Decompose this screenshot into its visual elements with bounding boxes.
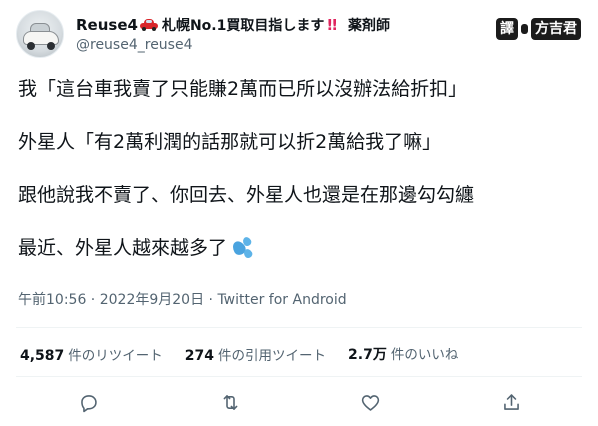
tweet-meta: 午前10:56 · 2022年9月20日 · Twitter for Andro… bbox=[18, 289, 347, 309]
avatar-car-wheel bbox=[27, 42, 35, 50]
likes-label: 件のいいね bbox=[390, 347, 459, 363]
tweet-actions bbox=[0, 388, 598, 416]
tweet-card: Reuse4 札幌No.1買取目指します !! 薬剤師 @reuse4_reus… bbox=[0, 0, 598, 426]
meta-separator: · bbox=[204, 292, 218, 308]
author-name-row[interactable]: Reuse4 札幌No.1買取目指します !! 薬剤師 bbox=[76, 14, 390, 36]
red-car-icon bbox=[139, 19, 158, 31]
quotes-stat[interactable]: 274 件の引用ツイート bbox=[185, 344, 326, 364]
bio-job: 薬剤師 bbox=[348, 18, 391, 34]
tweet-stats: 4,587 件のリツイート 274 件の引用ツイート 2.7万 件のいいね bbox=[20, 343, 480, 364]
sweat-droplets-icon bbox=[230, 235, 254, 260]
tweet-line: 跟他說我不賣了、你回去、外星人也還是在那邊勾勾纏 bbox=[18, 184, 475, 206]
share-icon bbox=[503, 393, 519, 410]
retweet-button[interactable] bbox=[216, 388, 244, 416]
translator-watermark: 譯 方吉君 bbox=[496, 17, 581, 41]
tweet-time[interactable]: 午前10:56 bbox=[18, 292, 86, 308]
tweet-source[interactable]: Twitter for Android bbox=[217, 292, 346, 308]
author-handle[interactable]: @reuse4_reuse4 bbox=[76, 37, 193, 53]
retweets-stat[interactable]: 4,587 件のリツイート bbox=[20, 344, 163, 364]
reply-icon bbox=[80, 394, 97, 412]
likes-count: 2.7万 bbox=[348, 347, 387, 363]
watermark-right: 方吉君 bbox=[531, 18, 581, 40]
double-exclamation-icon: !! bbox=[326, 16, 338, 34]
divider bbox=[16, 376, 582, 377]
tweet-text: 我「這台車我賣了只能賺2萬而已所以沒辦法給折扣」 外星人「有2萬利潤的話那就可以… bbox=[18, 74, 584, 286]
likes-stat[interactable]: 2.7万 件のいいね bbox=[348, 343, 458, 364]
retweets-label: 件のリツイート bbox=[68, 347, 163, 364]
tweet-date[interactable]: 2022年9月20日 bbox=[100, 292, 204, 308]
tweet-line: 我「這台車我賣了只能賺2萬而已所以沒辦法給折扣」 bbox=[18, 78, 468, 100]
bio-name: 札幌No.1買取目指します bbox=[161, 18, 325, 34]
tweet-line: 外星人「有2萬利潤的話那就可以折2萬給我了嘛」 bbox=[18, 131, 442, 153]
like-icon bbox=[361, 394, 379, 411]
avatar[interactable] bbox=[16, 10, 64, 58]
share-button[interactable] bbox=[497, 388, 525, 416]
tweet-line: 最近、外星人越來越多了 bbox=[18, 233, 584, 263]
display-name[interactable]: Reuse4 bbox=[76, 16, 138, 34]
watermark-left: 譯 bbox=[496, 18, 518, 40]
like-button[interactable] bbox=[356, 388, 384, 416]
divider bbox=[16, 327, 582, 328]
avatar-car-wheel bbox=[47, 42, 55, 50]
meta-separator: · bbox=[86, 292, 100, 308]
quotes-count: 274 bbox=[184, 347, 215, 364]
reply-button[interactable] bbox=[74, 388, 102, 416]
quotes-label: 件の引用ツイート bbox=[218, 347, 327, 364]
retweet-icon bbox=[223, 394, 237, 410]
watermark-dot bbox=[521, 24, 528, 34]
retweets-count: 4,587 bbox=[20, 347, 65, 364]
